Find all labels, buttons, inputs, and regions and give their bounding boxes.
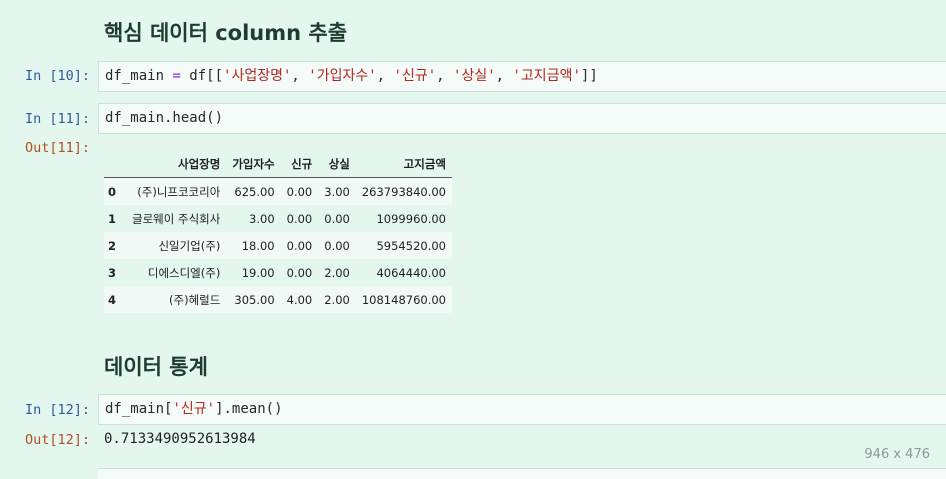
row-index: 2 (104, 232, 127, 259)
input-prompt-10: In [10]: (25, 68, 91, 84)
table-row: 3 디에스디엘(주) 19.00 0.00 2.00 4064440.00 (104, 259, 452, 286)
code-token: ].mean() (215, 401, 283, 417)
code-cell-11[interactable]: df_main.head() (98, 103, 946, 134)
section-heading-extract: 핵심 데이터 column 추출 (104, 21, 348, 45)
column-header: 상실 (318, 150, 356, 178)
column-header: 고지금액 (355, 150, 452, 178)
code-token: '신규' (393, 68, 437, 84)
table-cell: 디에스디엘(주) (147, 265, 221, 280)
section-heading-stats: 데이터 통계 (104, 355, 208, 379)
table-cell: (주)혜럴드 (126, 286, 227, 313)
table-cell: 305.00 (226, 286, 281, 313)
dimensions-overlay: 946 x 476 (864, 447, 930, 462)
code-token: '가입자수' (308, 68, 377, 84)
code-cell-12[interactable]: df_main['신규'].mean() (98, 394, 946, 425)
code-token: , (436, 68, 454, 84)
table-cell: 5954520.00 (355, 232, 452, 259)
output-prompt-12: Out[12]: (25, 432, 91, 448)
table-cell: 0.00 (280, 177, 319, 205)
table-row: 4 (주)혜럴드 305.00 4.00 2.00 108148760.00 (104, 286, 452, 313)
output-value: 0.7133490952613984 (104, 431, 256, 447)
code-token: df_main (105, 68, 173, 84)
table-cell: (주)니프코코리아 (126, 177, 227, 205)
input-prompt-11: In [11]: (25, 111, 91, 127)
table-row: 2 신일기업(주) 18.00 0.00 0.00 5954520.00 (104, 232, 452, 259)
table-cell: 108148760.00 (355, 286, 452, 313)
row-index: 0 (104, 177, 127, 205)
table-cell: 3.00 (249, 211, 275, 226)
code-token: df[[ (180, 68, 224, 84)
table-cell: 신일기업(주) (126, 232, 227, 259)
column-header: 가입자수 (226, 150, 281, 178)
table-cell: 0.00 (280, 232, 319, 259)
code-text: df_main.head() (105, 110, 224, 126)
code-token: df_main[ (105, 401, 173, 417)
code-token: , (376, 68, 394, 84)
code-cell-10[interactable]: df_main = df[['사업장명', '가입자수', '신규', '상실'… (98, 61, 946, 92)
code-token: , (495, 68, 513, 84)
table-cell: 0.00 (286, 211, 313, 226)
table-cell: 18.00 (226, 232, 281, 259)
row-index: 4 (104, 286, 127, 313)
table-cell: 0.00 (324, 211, 350, 226)
column-header (104, 150, 127, 178)
column-header: 사업장명 (126, 150, 227, 178)
table-cell: 0.00 (318, 232, 356, 259)
table-cell: 4.00 (280, 286, 319, 313)
table-row: 0 (주)니프코코리아 625.00 0.00 3.00 263793840.0… (104, 177, 452, 205)
next-code-cell[interactable] (98, 468, 946, 479)
column-header: 신규 (280, 150, 319, 178)
row-index: 1 (108, 211, 117, 226)
table-cell: 0.00 (286, 265, 313, 280)
code-token: '고지금액' (512, 68, 581, 84)
code-token: '신규' (172, 401, 216, 417)
code-token: = (172, 68, 181, 84)
code-token: '상실' (453, 68, 496, 84)
table-cell: 2.00 (318, 286, 356, 313)
table-cell: 글로웨이 주식회사 (132, 211, 221, 226)
table-cell: 1099960.00 (376, 211, 446, 226)
row-index: 3 (108, 265, 117, 280)
input-prompt-12: In [12]: (25, 402, 91, 418)
table-cell: 3.00 (318, 177, 356, 205)
table-cell: 625.00 (226, 177, 281, 205)
table-header-row: 사업장명 가입자수 신규 상실 고지금액 (104, 150, 452, 178)
table-row: 1 글로웨이 주식회사 3.00 0.00 0.00 1099960.00 (104, 205, 452, 232)
table-cell: 263793840.00 (355, 177, 452, 205)
code-token: , (291, 68, 309, 84)
code-token: '사업장명' (223, 68, 292, 84)
table-cell: 2.00 (324, 265, 350, 280)
table-cell: 19.00 (241, 265, 275, 280)
output-prompt-11: Out[11]: (25, 140, 91, 156)
table-cell: 4064440.00 (376, 265, 446, 280)
dataframe-table: 사업장명 가입자수 신규 상실 고지금액 0 (주)니프코코리아 625.00 … (104, 150, 452, 313)
code-token: ]] (580, 68, 598, 84)
